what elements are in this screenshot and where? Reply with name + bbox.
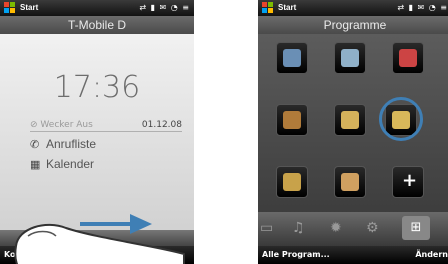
app-add[interactable]: + <box>392 166 424 198</box>
windows-logo-icon[interactable] <box>4 2 16 14</box>
message-icon <box>399 49 417 67</box>
app-maps[interactable] <box>334 166 366 198</box>
softkey-left[interactable]: Alle Program... <box>262 250 330 259</box>
app-phone[interactable] <box>334 42 366 74</box>
status-bar: Start ⇄ ▮ ✉ ◔ ≡ <box>258 0 448 16</box>
home-screen: Start ⇄ ▮ ✉ ◔ ≡ T-Mobile D 17:36 ⊘ Wecke… <box>0 0 194 264</box>
selection-circle <box>379 97 423 141</box>
status-bar: Start ⇄ ▮ ✉ ◔ ≡ <box>0 0 194 16</box>
page-title: Programme <box>258 16 448 34</box>
phone-device-icon <box>341 49 359 67</box>
folder-icon <box>341 111 359 129</box>
alarm-icon: ⊘ <box>30 120 41 130</box>
clock[interactable]: 17:36 <box>0 70 194 105</box>
windows-logo-icon[interactable] <box>262 2 274 14</box>
menu-item-label: Kalender <box>46 157 95 171</box>
finger-icon <box>14 223 185 264</box>
app-message[interactable] <box>392 42 424 74</box>
settings-icon[interactable]: ⚙ <box>366 220 379 236</box>
app-folder[interactable] <box>334 104 366 136</box>
plus-icon: + <box>402 170 418 191</box>
tab-bar: ▭ ♫ ✹ ⚙ ⊞ <box>258 212 448 246</box>
menu-item-anrufliste[interactable]: ✆ Anrufliste <box>30 137 96 151</box>
alarm-label: Wecker Aus <box>40 120 93 130</box>
menu-item-kalender[interactable]: ▦ Kalender <box>30 157 94 171</box>
status-icons: ⇄ ▮ ✉ ◔ ≡ <box>139 3 190 12</box>
status-icons: ⇄ ▮ ✉ ◔ ≡ <box>397 3 448 12</box>
maps-icon <box>341 173 359 191</box>
games-icon <box>283 173 301 191</box>
weather-icon[interactable]: ✹ <box>330 220 342 236</box>
phone-icon: ✆ <box>30 139 40 151</box>
programs-screen: Start ⇄ ▮ ✉ ◔ ≡ Programme + ▭ ♫ ✹ ⚙ ⊞ Al… <box>258 0 448 264</box>
keyboard-icon <box>283 49 301 67</box>
app-keyboard[interactable] <box>276 42 308 74</box>
menu-item-label: Anrufliste <box>46 137 97 151</box>
photo-icon[interactable]: ▭ <box>260 220 273 236</box>
music-icon[interactable]: ♫ <box>292 220 305 236</box>
date-label: 01.12.08 <box>141 120 182 130</box>
start-label[interactable]: Start <box>20 3 38 12</box>
notes-icon <box>283 111 301 129</box>
grid-icon[interactable]: ⊞ <box>402 216 430 240</box>
calendar-icon: ▦ <box>30 159 41 171</box>
carrier-title: T-Mobile D <box>0 16 194 34</box>
app-games[interactable] <box>276 166 308 198</box>
alarm-row[interactable]: ⊘ Wecker Aus 01.12.08 <box>30 120 182 132</box>
softkey-bar: Alle Program... Ändern <box>258 246 448 264</box>
app-notes[interactable] <box>276 104 308 136</box>
softkey-right[interactable]: Ändern <box>415 250 448 259</box>
start-label[interactable]: Start <box>278 3 296 12</box>
